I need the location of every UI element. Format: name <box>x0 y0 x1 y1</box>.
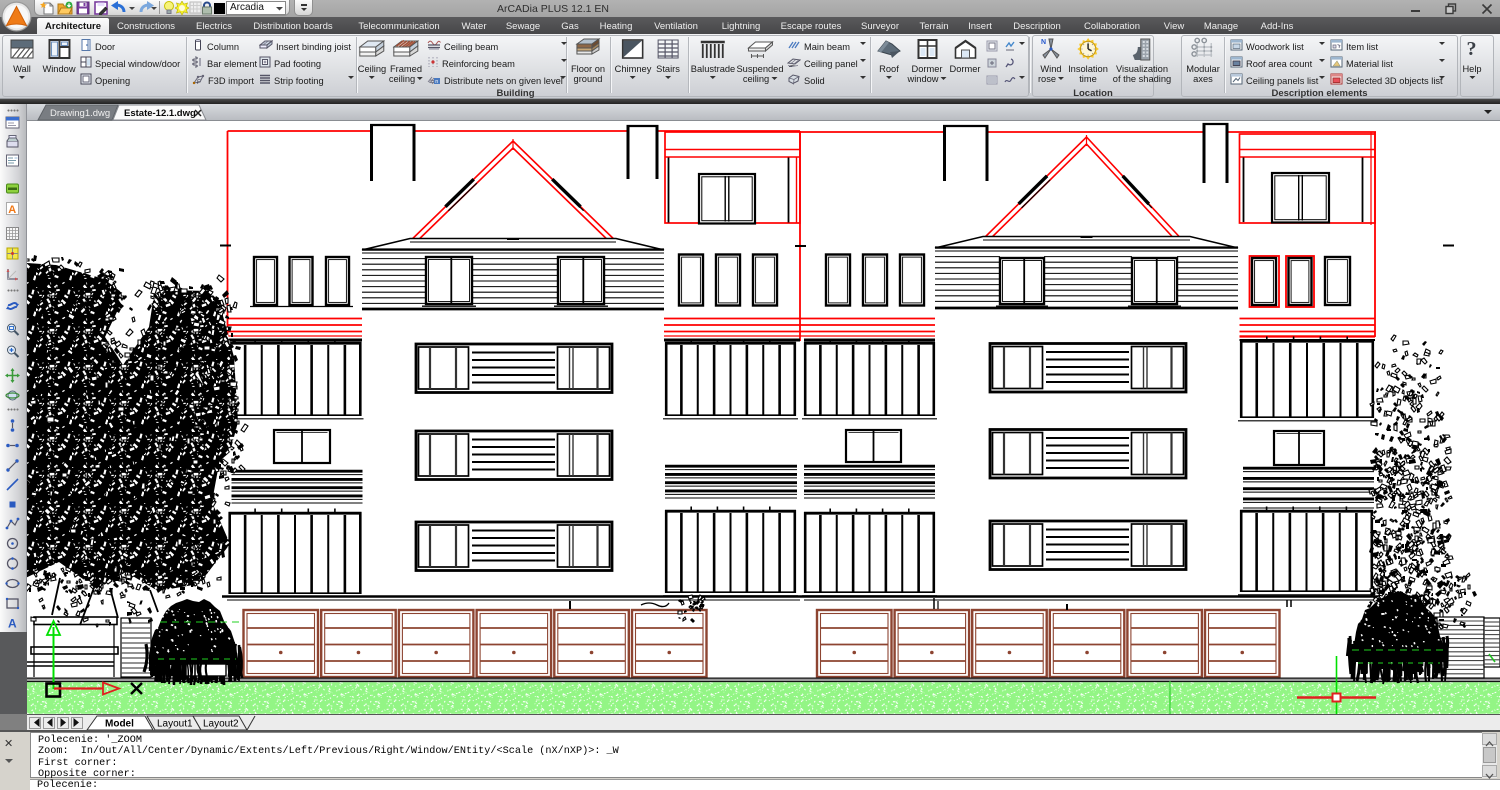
svg-text:Model: Model <box>105 719 134 730</box>
svg-text:F: F <box>197 80 201 85</box>
svg-text:A: A <box>8 617 17 631</box>
svg-text:Layout2: Layout2 <box>203 719 239 730</box>
svg-text:Estate-12.1.dwg: Estate-12.1.dwg <box>124 108 196 119</box>
svg-text:N: N <box>1041 39 1046 46</box>
svg-text:A: A <box>8 204 16 216</box>
svg-text:Drawing1.dwg: Drawing1.dwg <box>50 108 110 119</box>
svg-text:n: n <box>435 79 438 85</box>
svg-text:Layout1: Layout1 <box>157 719 193 730</box>
svg-text:?: ? <box>1466 38 1476 60</box>
